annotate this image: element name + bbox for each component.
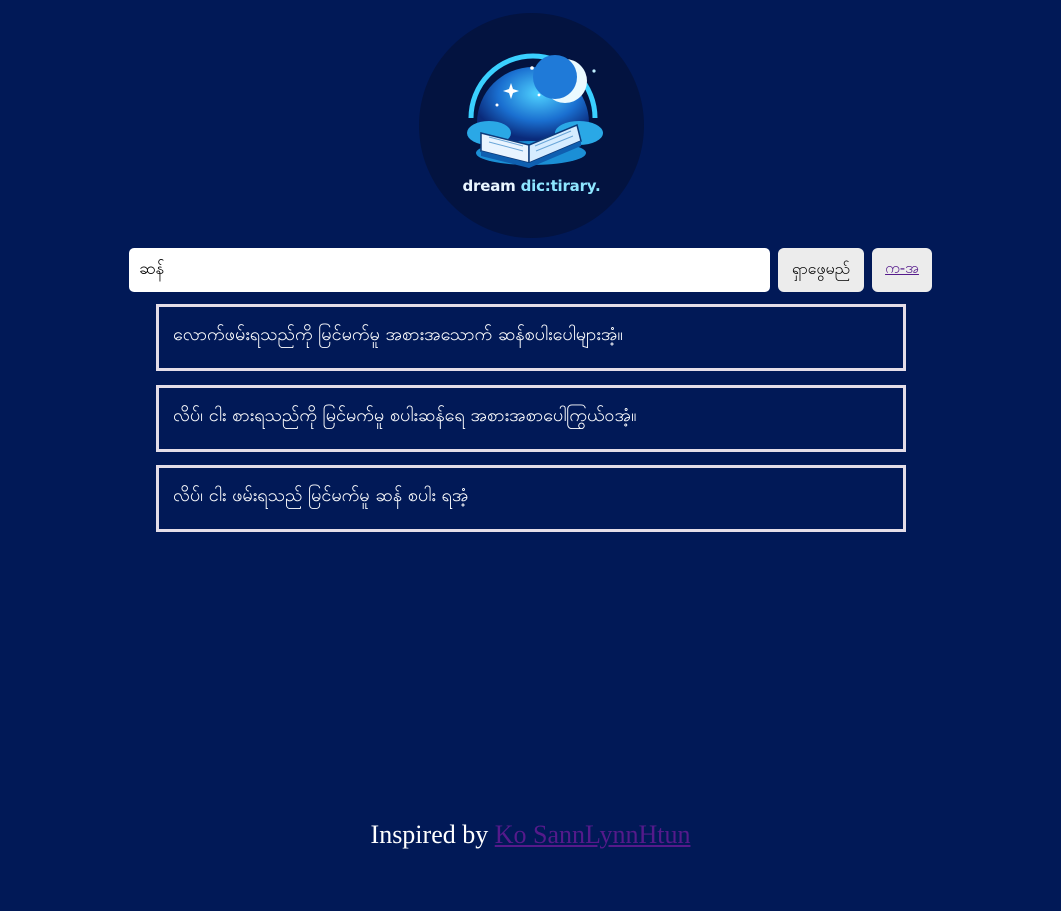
moon-book-icon [467,53,603,168]
result-item[interactable]: လိပ်၊ ငါး စားရသည်ကို မြင်မက်မူ စပါးဆန်ရေ… [156,385,906,452]
author-link[interactable]: Ko SannLynnHtun [495,820,691,849]
index-button: က-အ [872,248,932,292]
result-item[interactable]: လိပ်၊ ငါး ဖမ်းရသည် မြင်မက်မူ ဆန် စပါး ရအ… [156,465,906,532]
logo-text: dream dic:tirary. [419,177,644,195]
logo-text-dictionary: dic:tirary. [520,177,601,195]
logo: dream dic:tirary. [419,13,644,238]
footer-prefix: Inspired by [370,820,489,849]
search-button[interactable]: ရှာဖွေမည် [778,248,864,292]
search-input[interactable] [129,248,770,292]
alphabet-index-link[interactable]: က-အ [885,259,919,281]
result-item[interactable]: လောက်ဖမ်းရသည်ကို မြင်မက်မူ အစားအသောက် ဆန… [156,304,906,371]
page: dream dic:tirary. ရှာဖွေမည် က-အ လောက်ဖမ်… [0,0,1061,911]
footer: Inspired by Ko SannLynnHtun [0,820,1061,850]
logo-text-dream: dream [462,177,516,195]
